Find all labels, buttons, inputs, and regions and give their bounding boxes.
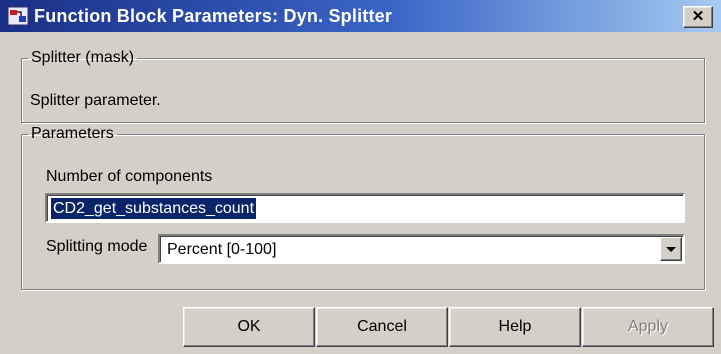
cancel-button[interactable]: Cancel [316, 307, 448, 347]
num-components-label: Number of components [46, 168, 213, 185]
splitting-mode-label: Splitting mode [46, 238, 148, 255]
close-button[interactable]: ✕ [683, 6, 713, 28]
close-icon: ✕ [691, 8, 705, 25]
chevron-down-icon[interactable] [660, 237, 682, 261]
num-components-value: CD2_get_substances_count [51, 198, 257, 219]
parameters-group-legend: Parameters [31, 125, 114, 142]
mask-description: Splitter parameter. [30, 92, 161, 109]
num-components-input[interactable]: CD2_get_substances_count [45, 193, 685, 223]
splitting-mode-select[interactable]: Percent [0-100] [158, 234, 685, 264]
splitting-mode-value: Percent [0-100] [167, 241, 277, 258]
window-title: Function Block Parameters: Dyn. Splitter [34, 6, 393, 26]
ok-button[interactable]: OK [183, 307, 315, 347]
title-bar[interactable]: Function Block Parameters: Dyn. Splitter… [0, 0, 721, 32]
mask-group: Splitter (mask) [21, 50, 705, 123]
apply-button[interactable]: Apply [582, 307, 714, 347]
help-button[interactable]: Help [449, 307, 581, 347]
simulink-block-icon [7, 6, 29, 26]
mask-group-legend: Splitter (mask) [31, 49, 135, 66]
